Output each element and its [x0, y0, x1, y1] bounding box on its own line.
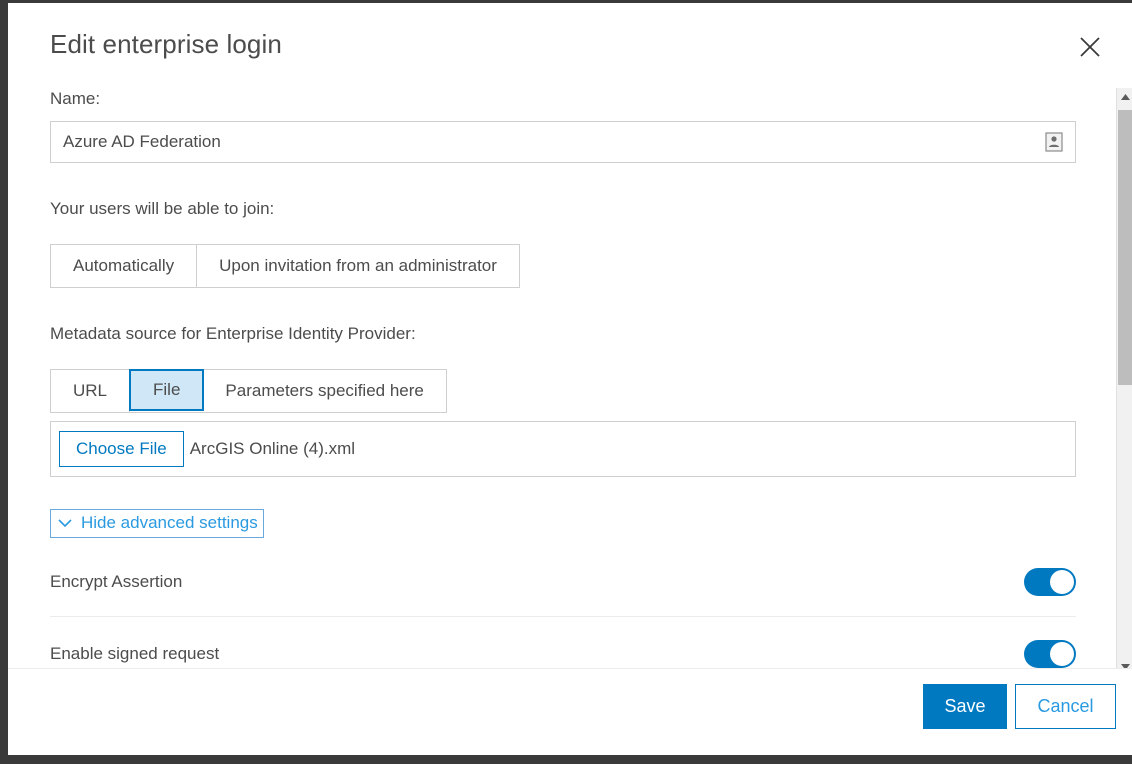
settings-divider: [50, 616, 1076, 617]
toggle-knob: [1050, 570, 1074, 594]
window-frame: Edit enterprise login Name: Azure AD Fed…: [0, 0, 1132, 764]
enable-signed-request-toggle[interactable]: [1024, 640, 1076, 668]
metadata-option-parameters[interactable]: Parameters specified here: [203, 370, 446, 412]
enable-signed-request-label: Enable signed request: [50, 644, 220, 663]
close-icon[interactable]: [1072, 29, 1108, 65]
vertical-scrollbar[interactable]: [1116, 88, 1132, 675]
dialog-footer: Save Cancel: [8, 668, 1132, 748]
join-option-automatically[interactable]: Automatically: [51, 245, 198, 287]
chevron-down-icon: [58, 518, 72, 528]
setting-row-enable-signed-request: Enable signed request: [50, 619, 1076, 675]
name-field-wrapper[interactable]: [50, 121, 1076, 163]
encrypt-assertion-label: Encrypt Assertion: [50, 572, 183, 591]
scroll-up-arrow-icon[interactable]: [1117, 88, 1132, 105]
name-input[interactable]: [51, 122, 1041, 162]
edit-enterprise-login-dialog: Edit enterprise login Name: Azure AD Fed…: [8, 3, 1132, 755]
dialog-scroll-region[interactable]: Edit enterprise login Name: Azure AD Fed…: [8, 3, 1132, 675]
metadata-option-url[interactable]: URL: [51, 370, 131, 412]
hide-advanced-settings-button[interactable]: Hide advanced settings: [50, 509, 264, 538]
join-label: Your users will be able to join:: [50, 199, 275, 218]
metadata-source-group[interactable]: URL File Parameters specified here: [50, 369, 447, 413]
setting-row-encrypt-assertion: Encrypt Assertion: [50, 547, 1076, 617]
hide-advanced-settings-label: Hide advanced settings: [81, 513, 258, 532]
cancel-button[interactable]: Cancel: [1015, 684, 1116, 729]
toggle-knob: [1050, 642, 1074, 666]
join-option-upon-invitation[interactable]: Upon invitation from an administrator: [197, 245, 519, 287]
choose-file-button[interactable]: Choose File: [59, 430, 184, 468]
scrollbar-thumb[interactable]: [1118, 110, 1132, 385]
metadata-source-label: Metadata source for Enterprise Identity …: [50, 324, 416, 343]
metadata-option-file[interactable]: File: [129, 369, 205, 411]
file-upload-row[interactable]: Choose File ArcGIS Online (4).xml: [50, 421, 1076, 477]
autofill-card-icon[interactable]: [1041, 129, 1067, 155]
name-label: Name:: [50, 89, 101, 108]
save-button[interactable]: Save: [923, 684, 1007, 729]
page-title: Edit enterprise login: [50, 29, 282, 59]
chosen-file-name: ArcGIS Online (4).xml: [189, 439, 356, 458]
encrypt-assertion-toggle[interactable]: [1024, 568, 1076, 596]
join-options-group[interactable]: Automatically Upon invitation from an ad…: [50, 244, 520, 288]
